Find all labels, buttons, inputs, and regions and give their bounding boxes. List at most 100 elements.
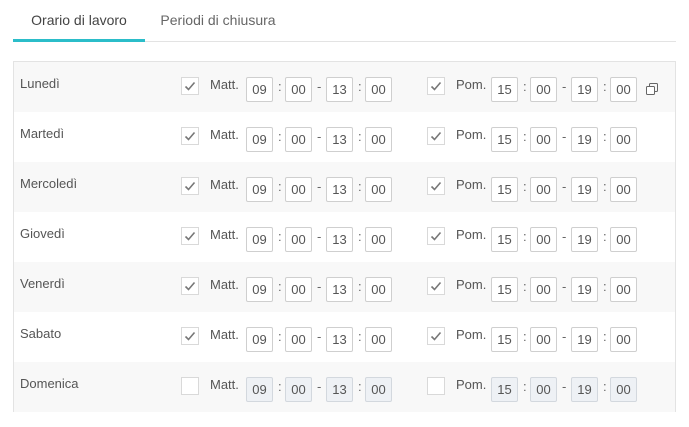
time-colon: : (603, 129, 607, 144)
morning-to-m-input[interactable]: 00 (365, 177, 392, 202)
range-dash: - (562, 279, 567, 294)
morning-from-h-input[interactable]: 09 (246, 127, 273, 152)
afternoon-from-m-input[interactable]: 00 (530, 227, 557, 252)
morning-from-m-input[interactable]: 00 (285, 177, 312, 202)
afternoon-to-m-input[interactable]: 00 (610, 377, 637, 402)
afternoon-label: Pom. (456, 277, 487, 292)
morning-checkbox[interactable] (181, 177, 199, 195)
afternoon-from-h-input[interactable]: 15 (491, 177, 518, 202)
afternoon-checkbox[interactable] (427, 277, 445, 295)
time-colon: : (603, 379, 607, 394)
copy-icon[interactable] (646, 82, 658, 95)
tab-periodi-di-chiusura[interactable]: Periodi di chiusura (153, 0, 283, 42)
time-colon: : (603, 179, 607, 194)
time-colon: : (358, 79, 362, 94)
morning-to-h-input[interactable]: 13 (326, 327, 353, 352)
afternoon-checkbox[interactable] (427, 127, 445, 145)
morning-checkbox[interactable] (181, 227, 199, 245)
afternoon-to-h-input[interactable]: 19 (571, 77, 598, 102)
schedule-row: Domenica Matt. 09 00 13 00: -: Pom. 15 00 19 00: -: (14, 362, 675, 412)
afternoon-to-h-input[interactable]: 19 (571, 327, 598, 352)
morning-to-h-input[interactable]: 13 (326, 227, 353, 252)
afternoon-label: Pom. (456, 77, 487, 92)
time-colon: : (603, 279, 607, 294)
morning-to-m-input[interactable]: 00 (365, 327, 392, 352)
afternoon-to-m-input[interactable]: 00 (610, 227, 637, 252)
afternoon-from-m-input[interactable]: 00 (530, 177, 557, 202)
afternoon-to-m-input[interactable]: 00 (610, 177, 637, 202)
morning-label: Matt. (210, 177, 239, 192)
morning-to-h-input[interactable]: 13 (326, 77, 353, 102)
morning-from-m-input[interactable]: 00 (285, 327, 312, 352)
morning-from-h-input[interactable]: 09 (246, 177, 273, 202)
time-colon: : (278, 279, 282, 294)
morning-to-h-input[interactable]: 13 (326, 277, 353, 302)
morning-label: Matt. (210, 377, 239, 392)
afternoon-from-m-input[interactable]: 00 (530, 127, 557, 152)
afternoon-checkbox[interactable] (427, 177, 445, 195)
schedule-row: Giovedì Matt. 09 00 13 00: -: Pom. 15 00 19 00: -: (14, 212, 675, 262)
morning-from-h-input[interactable]: 09 (246, 377, 273, 402)
morning-from-h-input[interactable]: 09 (246, 277, 273, 302)
afternoon-from-h-input[interactable]: 15 (491, 127, 518, 152)
time-colon: : (278, 329, 282, 344)
morning-from-h-input[interactable]: 09 (246, 227, 273, 252)
afternoon-to-h-input[interactable]: 19 (571, 127, 598, 152)
afternoon-from-m-input[interactable]: 00 (530, 377, 557, 402)
morning-to-m-input[interactable]: 00 (365, 77, 392, 102)
morning-checkbox[interactable] (181, 127, 199, 145)
time-colon: : (523, 179, 527, 194)
morning-checkbox[interactable] (181, 327, 199, 345)
morning-from-m-input[interactable]: 00 (285, 277, 312, 302)
afternoon-label: Pom. (456, 177, 487, 192)
afternoon-to-h-input[interactable]: 19 (571, 177, 598, 202)
afternoon-to-m-input[interactable]: 00 (610, 327, 637, 352)
afternoon-checkbox[interactable] (427, 327, 445, 345)
time-colon: : (523, 379, 527, 394)
afternoon-to-m-input[interactable]: 00 (610, 277, 637, 302)
afternoon-from-h-input[interactable]: 15 (491, 227, 518, 252)
morning-checkbox[interactable] (181, 377, 199, 395)
afternoon-to-m-input[interactable]: 00 (610, 127, 637, 152)
afternoon-from-h-input[interactable]: 15 (491, 77, 518, 102)
afternoon-from-m-input[interactable]: 00 (530, 77, 557, 102)
afternoon-to-m-input[interactable]: 00 (610, 77, 637, 102)
afternoon-to-h-input[interactable]: 19 (571, 277, 598, 302)
afternoon-from-m-input[interactable]: 00 (530, 327, 557, 352)
afternoon-label: Pom. (456, 227, 487, 242)
morning-checkbox[interactable] (181, 277, 199, 295)
morning-to-h-input[interactable]: 13 (326, 127, 353, 152)
afternoon-checkbox[interactable] (427, 77, 445, 95)
morning-to-m-input[interactable]: 00 (365, 377, 392, 402)
morning-from-h-input[interactable]: 09 (246, 77, 273, 102)
afternoon-from-h-input[interactable]: 15 (491, 327, 518, 352)
afternoon-from-h-input[interactable]: 15 (491, 277, 518, 302)
morning-from-m-input[interactable]: 00 (285, 227, 312, 252)
morning-from-m-input[interactable]: 00 (285, 377, 312, 402)
morning-from-h-input[interactable]: 09 (246, 327, 273, 352)
afternoon-checkbox[interactable] (427, 227, 445, 245)
schedule-row: Martedì Matt. 09 00 13 00: -: Pom. 15 00 19 00: -: (14, 112, 675, 162)
tab-bar: Orario di lavoro Periodi di chiusura (13, 0, 676, 42)
day-name: Mercoledì (20, 176, 78, 191)
schedule-row: Venerdì Matt. 09 00 13 00: -: Pom. 15 00 19 00: -: (14, 262, 675, 312)
morning-to-h-input[interactable]: 13 (326, 377, 353, 402)
morning-checkbox[interactable] (181, 77, 199, 95)
schedule-row: Lunedì Matt. 09 00 13 00: -: Pom. 15 00 19 00: -: (14, 62, 675, 112)
morning-to-m-input[interactable]: 00 (365, 227, 392, 252)
afternoon-checkbox[interactable] (427, 377, 445, 395)
afternoon-to-h-input[interactable]: 19 (571, 377, 598, 402)
morning-to-m-input[interactable]: 00 (365, 127, 392, 152)
morning-from-m-input[interactable]: 00 (285, 77, 312, 102)
morning-to-h-input[interactable]: 13 (326, 177, 353, 202)
morning-label: Matt. (210, 77, 239, 92)
afternoon-to-h-input[interactable]: 19 (571, 227, 598, 252)
morning-to-m-input[interactable]: 00 (365, 277, 392, 302)
tab-orario-di-lavoro[interactable]: Orario di lavoro (13, 0, 145, 42)
morning-from-m-input[interactable]: 00 (285, 127, 312, 152)
afternoon-from-h-input[interactable]: 15 (491, 377, 518, 402)
time-colon: : (358, 229, 362, 244)
range-dash: - (562, 79, 567, 94)
afternoon-from-m-input[interactable]: 00 (530, 277, 557, 302)
range-dash: - (317, 179, 322, 194)
